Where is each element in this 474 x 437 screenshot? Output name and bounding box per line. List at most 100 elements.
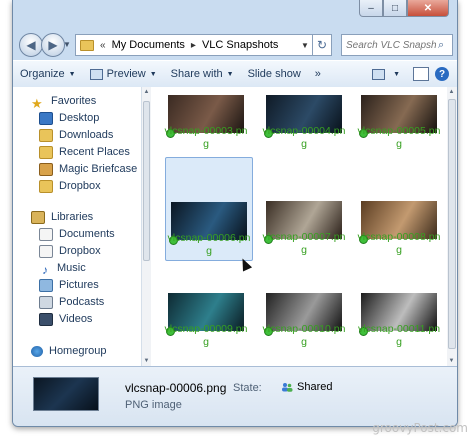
file-item[interactable]: vlcsnap-00010.pn g [261, 293, 347, 363]
file-name: vlcsnap-00005.pn g [356, 125, 442, 151]
nav-item-label: Magic Briefcase [59, 163, 138, 175]
share-with-label: Share with [170, 68, 223, 80]
nav-item-label: Downloads [59, 129, 114, 141]
scrollbar-thumb[interactable] [448, 99, 456, 349]
nav-item-documents[interactable]: Documents [39, 226, 115, 242]
nav-item-label: Dropbox [59, 180, 101, 192]
file-item[interactable]: vlcsnap-00004.pn g [261, 95, 347, 165]
nav-pane-scrollbar[interactable]: ▲ ▼ [142, 87, 151, 366]
change-view-button[interactable]: ▼ [365, 68, 407, 80]
preview-button[interactable]: Preview ▼ [83, 68, 164, 80]
music-icon: ♪ [42, 262, 48, 277]
preview-icon [89, 68, 103, 80]
file-item[interactable]: vlcsnap-00008.pn g [356, 157, 442, 259]
nav-item-podcasts[interactable]: Podcasts [39, 294, 104, 310]
back-button[interactable]: ◀ [19, 33, 43, 57]
file-name: vlcsnap-00004.pn g [261, 125, 347, 151]
libraries-icon [31, 210, 45, 224]
preview-label: Preview [106, 68, 146, 80]
toolbar-right: ▼ ? [365, 67, 457, 81]
recent-pages-dropdown[interactable]: ▼ [63, 40, 71, 49]
nav-item-label: Podcasts [59, 296, 105, 308]
file-name-line: vlcsnap-00005.pn [357, 125, 441, 137]
search-input[interactable] [342, 38, 438, 52]
view-icon [372, 68, 386, 80]
nav-item-videos[interactable]: Videos [39, 311, 92, 327]
nav-item-music[interactable]: ♪ Music [39, 260, 86, 277]
scroll-up-icon[interactable]: ▲ [447, 89, 456, 95]
nav-libraries[interactable]: Libraries [31, 209, 93, 225]
file-name: vlcsnap-00006.pn g [166, 232, 252, 258]
more-commands-button[interactable]: » [308, 68, 328, 80]
library-icon [39, 244, 53, 258]
file-item[interactable]: vlcsnap-00005.pn g [356, 95, 442, 165]
downloads-icon [39, 128, 53, 142]
file-name-line: vlcsnap-00003.pn [164, 125, 248, 137]
details-file-name: vlcsnap-00006.png [125, 381, 227, 395]
file-name: vlcsnap-00008.pn g [356, 231, 442, 257]
nav-item-label: Desktop [59, 112, 100, 124]
slide-show-label: Slide show [247, 68, 301, 80]
desktop-icon [39, 111, 53, 125]
preview-pane-toggle[interactable] [413, 67, 429, 81]
file-item[interactable]: vlcsnap-00003.pn g [163, 95, 249, 165]
navigation-pane: ★ Favorites Desktop Downloads Recent Pla… [13, 87, 142, 366]
nav-item-dropbox-library[interactable]: Dropbox [39, 243, 101, 259]
file-name-extension: g [203, 138, 209, 150]
nav-item-pictures[interactable]: Pictures [39, 277, 99, 293]
nav-item-magic-briefcase[interactable]: Magic Briefcase [39, 161, 137, 177]
nav-item-label: Dropbox [59, 245, 101, 257]
details-state-value: Shared [281, 381, 332, 393]
help-icon[interactable]: ? [435, 67, 449, 81]
forward-arrow-icon: ▶ [48, 38, 58, 52]
slide-show-button[interactable]: Slide show [241, 68, 308, 80]
refresh-button[interactable]: ↻ [313, 34, 332, 56]
file-name-extension: g [396, 244, 402, 256]
content-scrollbar[interactable]: ▲ ▼ [447, 87, 457, 366]
organize-button[interactable]: Organize ▼ [13, 68, 83, 80]
forward-button[interactable]: ▶ [41, 33, 65, 57]
file-item[interactable]: vlcsnap-00006.pn g [165, 157, 253, 261]
nav-item-recent-places[interactable]: Recent Places [39, 144, 130, 160]
chevron-down-icon: ▼ [393, 70, 400, 78]
minimize-button[interactable]: – [359, 0, 383, 17]
nav-item-label: Documents [59, 228, 115, 240]
nav-homegroup[interactable]: Homegroup [31, 343, 106, 359]
file-name-line: vlcsnap-00009.pn [164, 323, 248, 335]
file-item[interactable]: vlcsnap-00011.pn g [356, 293, 442, 363]
search-icon[interactable]: ⌕ [438, 39, 444, 52]
chevron-down-icon: ▼ [68, 70, 76, 78]
breadcrumb-my-documents[interactable]: My Documents [112, 39, 185, 51]
shared-people-icon [282, 383, 293, 392]
share-with-button[interactable]: Share with ▼ [164, 68, 241, 80]
breadcrumb-vlc-snapshots[interactable]: VLC Snapshots [202, 39, 278, 51]
close-button[interactable]: ✕ [407, 0, 449, 17]
refresh-icon: ↻ [316, 38, 328, 52]
scrollbar-thumb[interactable] [143, 101, 150, 261]
file-name-line: vlcsnap-00010.pn [262, 323, 346, 335]
nav-homegroup-label: Homegroup [49, 345, 107, 357]
address-dropdown-icon[interactable]: ▼ [298, 41, 312, 50]
nav-favorites[interactable]: ★ Favorites [31, 93, 97, 111]
back-arrow-icon: ◀ [26, 38, 36, 52]
nav-item-downloads[interactable]: Downloads [39, 127, 113, 143]
nav-item-desktop[interactable]: Desktop [39, 110, 99, 126]
breadcrumb-separator[interactable]: ▸ [191, 40, 196, 51]
scroll-up-icon[interactable]: ▲ [142, 89, 151, 95]
nav-item-dropbox[interactable]: Dropbox [39, 178, 101, 194]
watermark: groovyPost.com [372, 421, 468, 435]
file-item[interactable]: vlcsnap-00009.pn g [163, 293, 249, 363]
nav-item-label: Recent Places [59, 146, 130, 158]
file-item[interactable]: vlcsnap-00007.pn g [261, 157, 347, 259]
nav-favorites-label: Favorites [51, 95, 97, 107]
file-name-extension: g [396, 138, 402, 150]
scroll-down-icon[interactable]: ▼ [447, 358, 456, 364]
address-row: ◀ ▶ ▼ « My Documents ▸ VLC Snapshots ▼ ↻… [13, 30, 457, 60]
search-box[interactable]: ⌕ [341, 34, 453, 56]
breadcrumb-overflow[interactable]: « [100, 40, 106, 51]
podcasts-icon [39, 295, 53, 309]
scroll-down-icon[interactable]: ▼ [142, 358, 151, 364]
maximize-button[interactable]: □ [383, 0, 407, 17]
address-bar[interactable]: « My Documents ▸ VLC Snapshots ▼ [75, 34, 313, 56]
file-list: vlcsnap-00003.pn g vlcsnap-00004.pn g vlcsna… [151, 87, 447, 366]
